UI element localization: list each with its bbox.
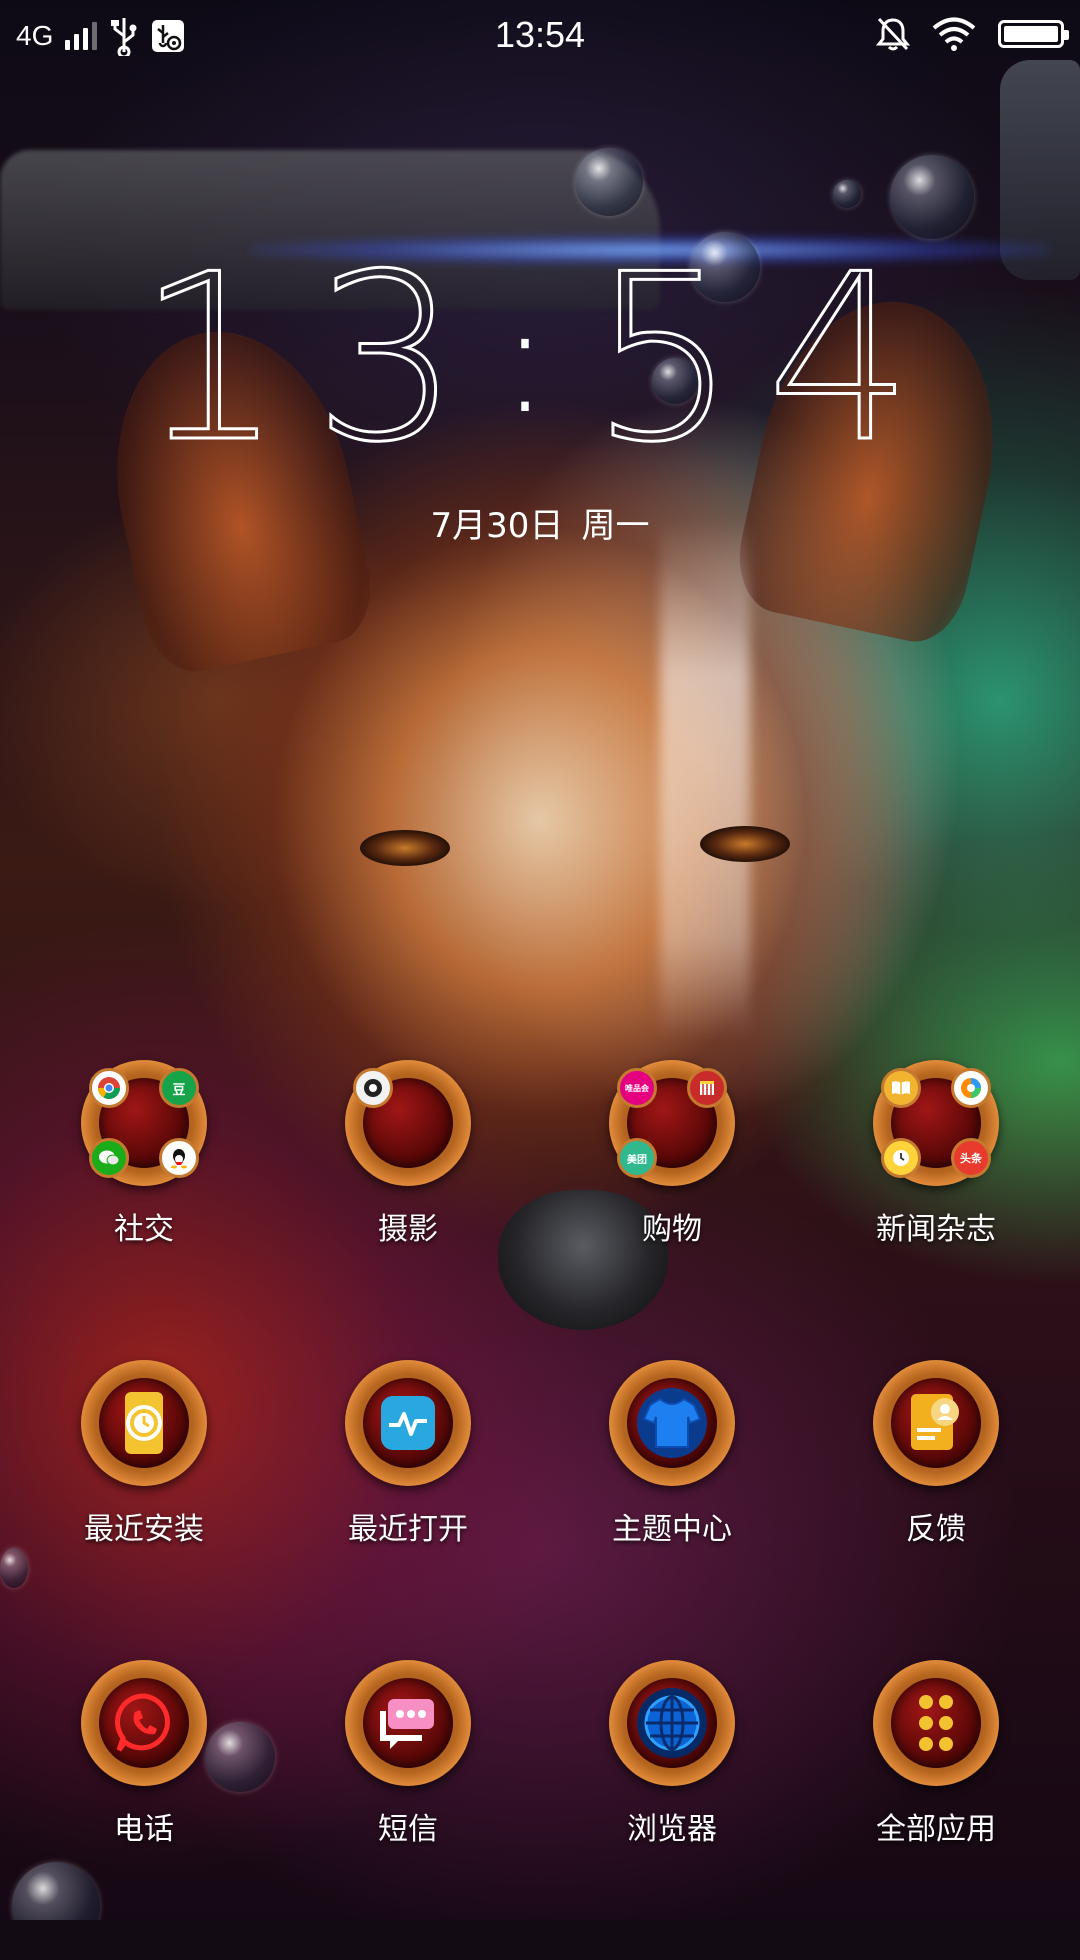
wallpaper-light-stripe: [660, 520, 750, 1040]
wallpaper-wolf-eye-right: [700, 826, 790, 862]
phone-icon: [109, 1688, 179, 1758]
status-bar: 4G 13:54: [0, 0, 1080, 72]
folder-social[interactable]: 豆 社交: [12, 1060, 276, 1360]
battery-icon: [998, 20, 1069, 48]
big-clock: 13 : 54: [0, 226, 1080, 493]
app-label: 全部应用: [876, 1812, 996, 1847]
theme-center-app-icon[interactable]: [609, 1360, 735, 1486]
feedback-app-icon[interactable]: [873, 1360, 999, 1486]
app-label: 新闻杂志: [876, 1212, 996, 1247]
recent-open-app-icon[interactable]: [345, 1360, 471, 1486]
store-icon: [687, 1068, 727, 1108]
wallpaper-wolf-eye-left: [360, 830, 450, 866]
app-label: 短信: [378, 1812, 438, 1847]
recent-install-icon: [109, 1388, 179, 1458]
clock-hours: 13: [136, 226, 490, 493]
wifi-icon: [932, 17, 976, 51]
app-grid: 豆 社交 摄影 唯品会 美团 购物 头条 新闻杂志 最近安装 最近打开 主题中心…: [12, 1060, 1068, 1960]
app-label: 最近安装: [84, 1512, 204, 1547]
theme-center-icon: [637, 1388, 707, 1458]
book-icon: [881, 1068, 921, 1108]
app-recent-install[interactable]: 最近安装: [12, 1360, 276, 1660]
app-label: 最近打开: [348, 1512, 468, 1547]
app-label: 浏览器: [627, 1812, 717, 1847]
app-sms[interactable]: 短信: [276, 1660, 540, 1960]
date-text: 7月30日: [430, 506, 564, 546]
sms-app-icon[interactable]: [345, 1660, 471, 1786]
folder-news-icon[interactable]: 头条: [873, 1060, 999, 1186]
browser-icon: [951, 1068, 991, 1108]
browser-globe-icon: [637, 1688, 707, 1758]
douban-icon: 豆: [159, 1068, 199, 1108]
clock-icon: [881, 1138, 921, 1178]
folder-photography-icon[interactable]: [345, 1060, 471, 1186]
camera-icon: [353, 1068, 393, 1108]
app-label: 电话: [114, 1812, 174, 1847]
wallpaper-bubble: [575, 148, 643, 216]
feedback-icon: [901, 1388, 971, 1458]
app-label: 反馈: [906, 1512, 966, 1547]
wechat-icon: [89, 1138, 129, 1178]
chrome-icon: [89, 1068, 129, 1108]
app-all-apps[interactable]: 全部应用: [804, 1660, 1068, 1960]
battery-fill: [1004, 26, 1058, 42]
app-label: 社交: [114, 1212, 174, 1247]
date-line: 7月30日 周一: [0, 498, 1080, 547]
app-phone[interactable]: 电话: [12, 1660, 276, 1960]
meituan-icon: 美团: [617, 1138, 657, 1178]
recent-open-icon: [373, 1388, 443, 1458]
app-recent-open[interactable]: 最近打开: [276, 1360, 540, 1660]
app-label: 摄影: [378, 1212, 438, 1247]
wallpaper-bubble: [833, 180, 861, 208]
folder-social-icon[interactable]: 豆: [81, 1060, 207, 1186]
app-browser[interactable]: 浏览器: [540, 1660, 804, 1960]
browser-app-icon[interactable]: [609, 1660, 735, 1786]
qq-icon: [159, 1138, 199, 1178]
all-apps-icon: [901, 1688, 971, 1758]
app-theme-center[interactable]: 主题中心: [540, 1360, 804, 1660]
clock-minutes: 54: [589, 226, 943, 493]
app-label: 主题中心: [612, 1512, 732, 1547]
clock-colon: :: [499, 273, 551, 447]
clock-widget[interactable]: 13 : 54 7月30日 周一: [0, 226, 1080, 547]
folder-shopping-icon[interactable]: 唯品会 美团: [609, 1060, 735, 1186]
shop-icon: 唯品会: [617, 1068, 657, 1108]
status-bar-right: [876, 16, 1069, 52]
toutiao-icon: 头条: [951, 1138, 991, 1178]
notifications-off-icon: [876, 17, 910, 51]
folder-photography[interactable]: 摄影: [276, 1060, 540, 1360]
all-apps-app-icon[interactable]: [873, 1660, 999, 1786]
recent-install-app-icon[interactable]: [81, 1360, 207, 1486]
weekday-text: 周一: [581, 506, 650, 546]
folder-shopping[interactable]: 唯品会 美团 购物: [540, 1060, 804, 1360]
sms-icon: [373, 1688, 443, 1758]
folder-news[interactable]: 头条 新闻杂志: [804, 1060, 1068, 1360]
app-feedback[interactable]: 反馈: [804, 1360, 1068, 1660]
app-label: 购物: [642, 1212, 702, 1247]
phone-app-icon[interactable]: [81, 1660, 207, 1786]
